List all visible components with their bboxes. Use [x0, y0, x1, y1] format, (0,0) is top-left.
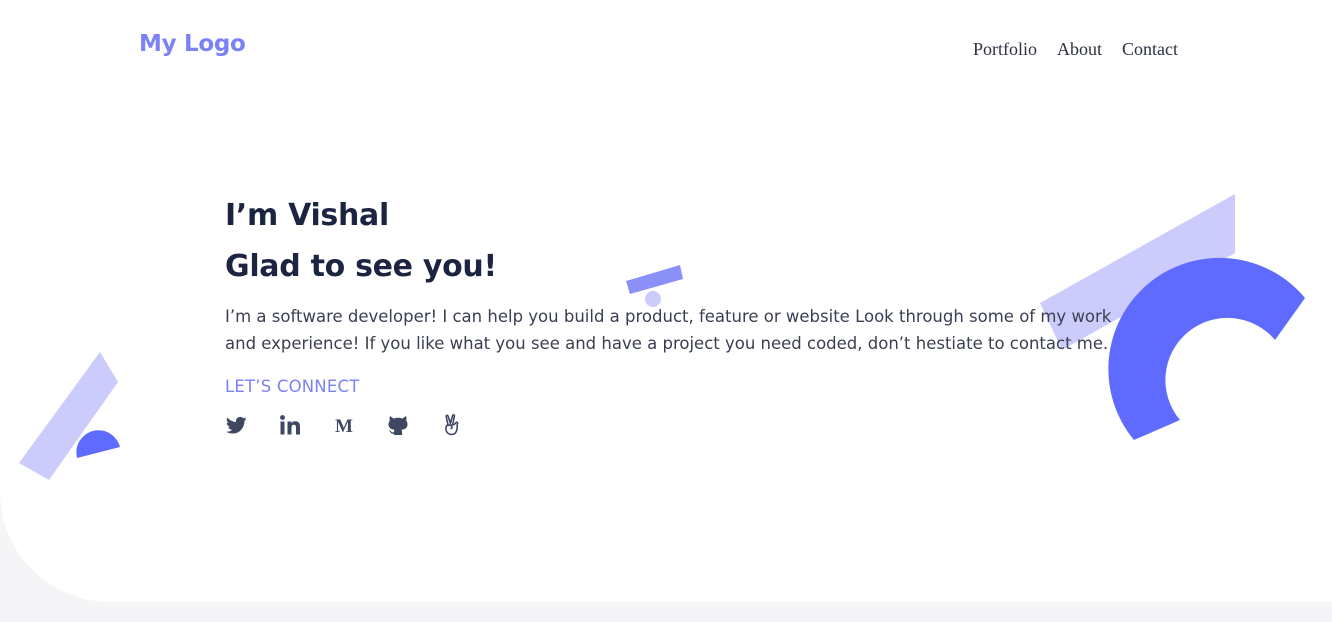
decor-left-bar	[19, 352, 118, 480]
twitter-link[interactable]	[225, 414, 247, 436]
decor-right-arc	[1108, 257, 1305, 440]
nav-link-portfolio[interactable]: Portfolio	[973, 39, 1037, 60]
linkedin-icon	[279, 415, 300, 435]
svg-text:M: M	[335, 416, 353, 434]
angellist-icon	[445, 414, 459, 436]
hero-description: I’m a software developer! I can help you…	[225, 307, 1112, 353]
lets-connect-link[interactable]: LET’S CONNECT	[225, 377, 1125, 396]
github-icon	[388, 416, 408, 435]
nav-link-about[interactable]: About	[1057, 39, 1102, 60]
linkedin-link[interactable]	[279, 414, 301, 436]
nav-link-contact[interactable]: Contact	[1122, 39, 1178, 60]
angellist-link[interactable]	[441, 414, 463, 436]
twitter-icon	[225, 416, 247, 434]
social-links: M	[225, 414, 1125, 436]
decor-left-shapes	[19, 352, 120, 480]
hero-subheading: Glad to see you!	[225, 249, 497, 284]
hero-greeting: I’m Vishal	[225, 198, 389, 233]
site-logo[interactable]: My Logo	[139, 31, 246, 57]
github-link[interactable]	[387, 414, 409, 436]
medium-link[interactable]: M	[333, 414, 355, 436]
page-surface: My Logo Portfolio About Contact I’m Vish…	[0, 0, 1332, 602]
medium-icon: M	[335, 416, 353, 434]
hero-section: I’m Vishal Glad to see you! I’m a softwa…	[225, 195, 1125, 436]
main-nav: Portfolio About Contact	[973, 39, 1178, 60]
decor-left-half-circle	[76, 430, 120, 458]
